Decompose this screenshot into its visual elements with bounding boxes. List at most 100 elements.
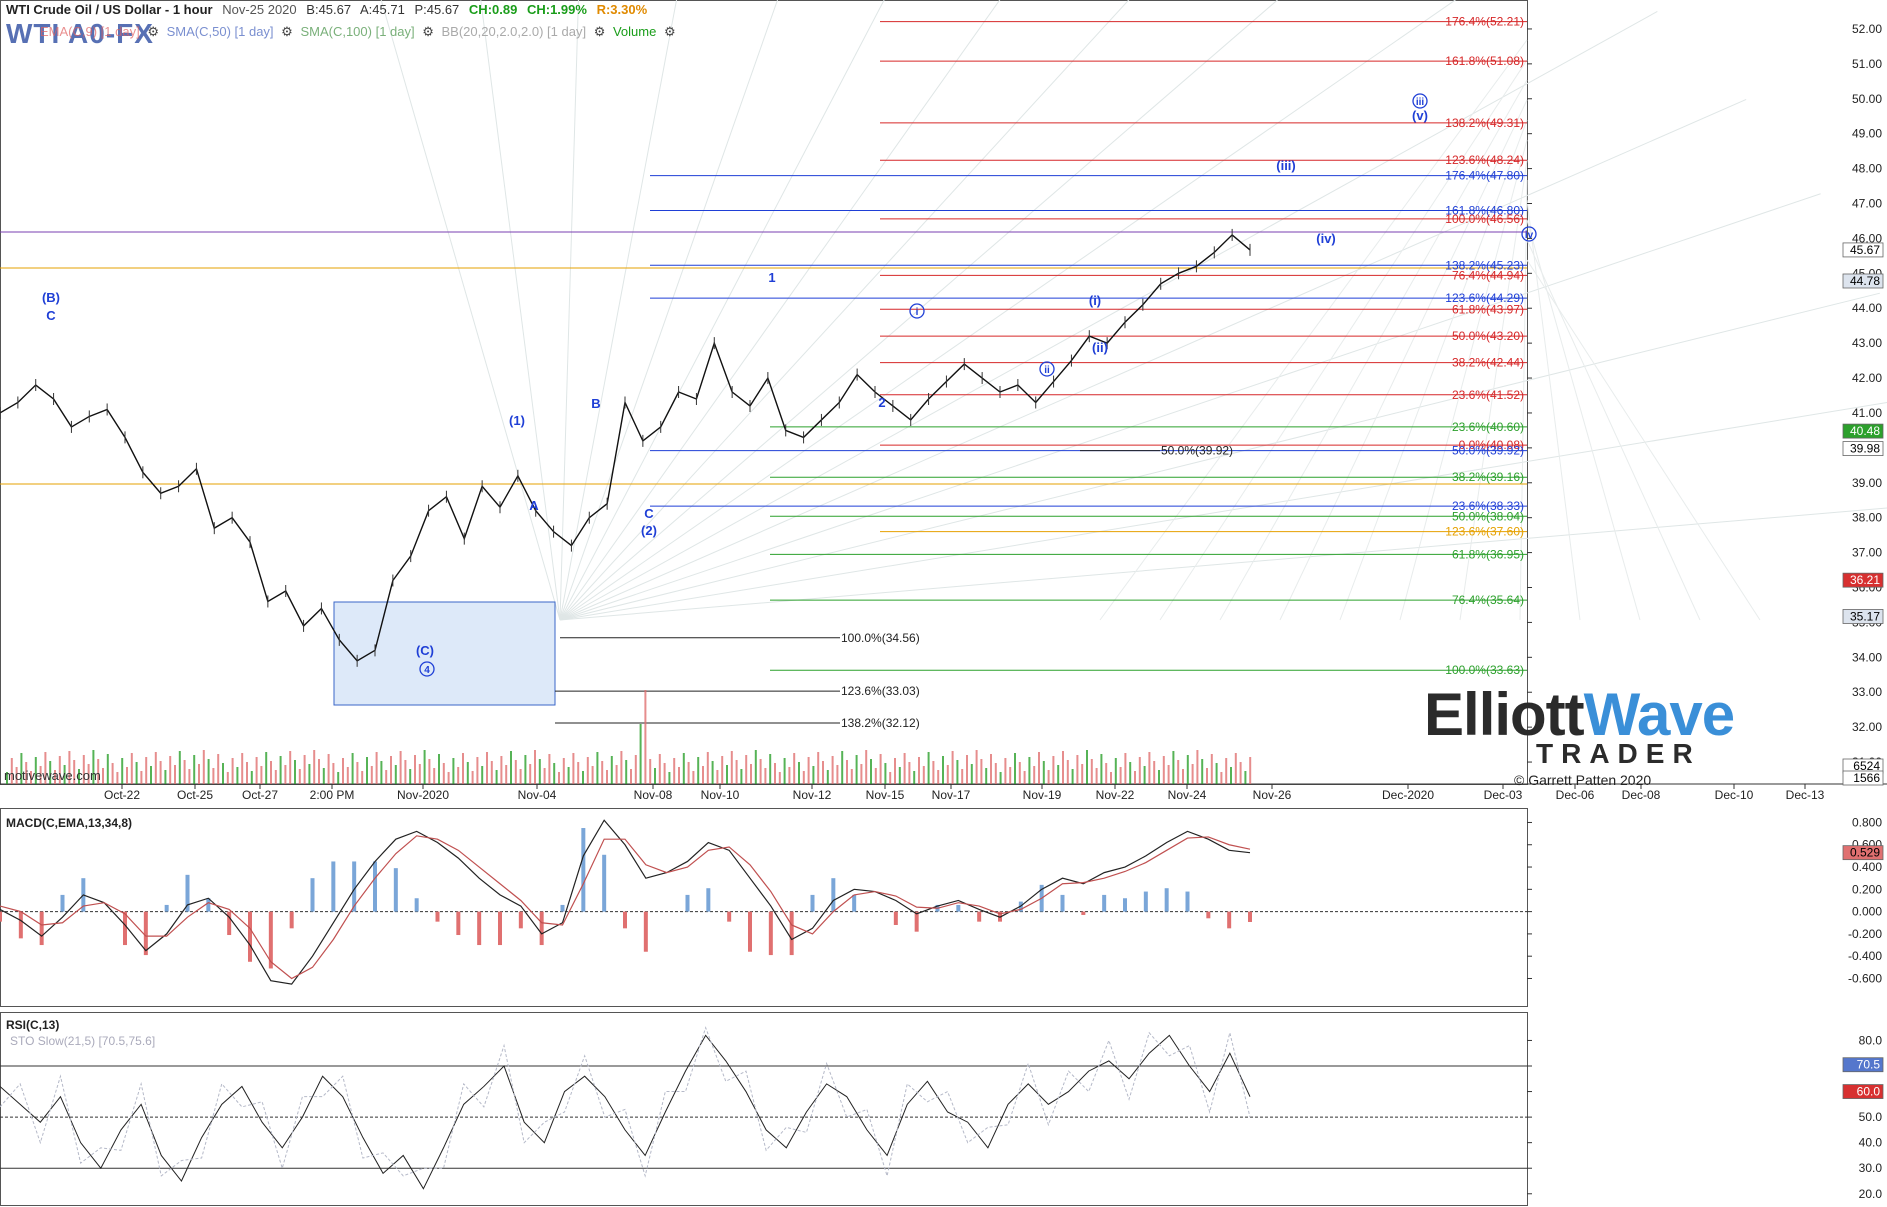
volume-bar [102,768,104,784]
volume-bar [150,766,152,784]
indicator-0-label[interactable]: EMA(C,9) [1 day] [40,24,140,39]
y-tick-label: 20.0 [1859,1187,1883,1201]
volume-bar [711,761,714,784]
fib-label: 76.4%(44.94) [1452,268,1524,282]
volume-bar [1148,752,1151,784]
rsi-pane[interactable]: 80.070.060.050.040.030.020.070.560.0 RSI… [0,1012,1887,1207]
volume-bar [913,771,916,784]
macd-histogram-bar [60,894,65,912]
gear-icon[interactable]: ⚙ [664,24,676,39]
volume-bar [1215,763,1218,784]
volume-bar [514,760,517,784]
y-tick-label: 0.200 [1852,882,1882,896]
volume-bar [879,754,882,784]
x-tick-label: 2:00 PM [310,788,355,800]
volume-bar [658,754,661,784]
volume-bar [452,758,455,784]
x-tick-label: Nov-10 [701,788,740,800]
volume-bar [634,755,637,784]
header-bid: B:45.67 [306,2,352,17]
price-chart-pane[interactable]: 176.4%(52.21) 161.8%(51.08) 138.2%(49.31) 1… [0,0,1887,800]
gear-icon[interactable]: ⚙ [147,24,159,39]
volume-bar [1014,753,1016,784]
volume-bar [490,761,493,784]
fib-label: 176.4%(52.21) [1445,15,1524,29]
macd-histogram-bar [1143,891,1148,912]
volume-bar [558,772,560,784]
volume-bar [193,755,196,784]
volume-bar [226,772,229,784]
price-marker-label: 1566 [1853,771,1880,785]
volume-bar [1076,755,1079,784]
volume-bar [908,762,911,784]
indicator-3-label[interactable]: BB(20,20,2.0,2.0) [1 day] [442,24,587,39]
volume-bar [985,768,988,784]
volume-bar [702,766,704,784]
volume-bar [961,769,964,784]
macd-histogram-bar [248,911,252,962]
y-tick-label: 30.0 [1859,1161,1883,1175]
macd-marker-label: 0.529 [1850,846,1880,860]
price-marker-label: 39.98 [1850,442,1880,456]
inner-fib-label: 138.2%(32.12) [841,716,920,730]
volume-bar [409,769,412,784]
volume-bar [750,764,752,784]
gear-icon[interactable]: ⚙ [594,24,606,39]
volume-bar [265,752,268,784]
indicator-2-label[interactable]: SMA(C,100) [1 day] [300,24,414,39]
volume-bar [865,750,868,784]
volume-bar [538,759,541,784]
fan-line [1526,239,1701,621]
gear-icon[interactable]: ⚙ [281,24,293,39]
volume-bar [274,770,277,784]
header-change: CH:0.89 [468,2,518,17]
volume-bar [414,755,416,784]
fib-label: 23.6%(40.60) [1452,420,1524,434]
y-tick-label: 0.800 [1852,815,1882,829]
rsi-border [0,1012,1528,1206]
volume-bar [1172,751,1175,784]
price-marker-label: 35.17 [1850,609,1880,623]
macd-histogram-bar [1060,894,1065,912]
x-tick-label: Nov-15 [866,788,905,800]
indicator-1-label[interactable]: SMA(C,50) [1 day] [167,24,274,39]
macd-chart[interactable]: 0.8000.6000.4000.2000.000-0.200-0.400-0.… [0,808,1887,1008]
volume-bar [802,771,805,784]
volume-bar [1153,761,1156,784]
wave-label: (iv) [1316,231,1336,246]
fan-line [559,507,1887,621]
volume-bar [721,756,724,784]
inner-fib-label: 123.6%(33.03) [841,684,920,698]
gear-icon[interactable]: ⚙ [422,24,434,39]
volume-bar [1249,757,1252,784]
volume-bar [572,753,575,784]
volume-bar [831,756,834,784]
y-tick-label: 33.00 [1852,685,1882,699]
volume-bar [697,757,700,784]
volume-bar [1110,772,1112,784]
volume-bar [1038,752,1040,784]
volume-bar [610,756,613,784]
macd-histogram-bar [435,911,440,922]
fib-label: 38.2%(42.44) [1452,356,1524,370]
macd-pane[interactable]: 0.800 0.600 0.400 0.200 0.000 -0.200 -0.400 -0.… [0,808,1887,1008]
volume-bar [567,767,570,784]
y-tick-label: 52.00 [1852,22,1882,36]
volume-bar [106,754,109,784]
volume-bar [217,754,220,784]
indicator-4-label[interactable]: Volume [613,24,656,39]
macd-histogram-bar [831,878,836,912]
volume-bar [260,766,263,784]
volume-bar [529,764,532,784]
volume-bar [332,763,335,784]
y-tick-label: 51.00 [1852,57,1882,71]
volume-bar [668,772,671,784]
volume-bar [1066,760,1069,784]
y-tick-label: 44.00 [1852,301,1882,315]
volume-bar [1196,750,1199,784]
rsi-chart[interactable]: 80.070.060.050.040.030.020.070.560.0 [0,1012,1887,1207]
volume-bar [615,765,618,784]
volume-bar [466,762,469,784]
macd-histogram-bar [373,861,377,912]
volume-bar [735,760,738,784]
